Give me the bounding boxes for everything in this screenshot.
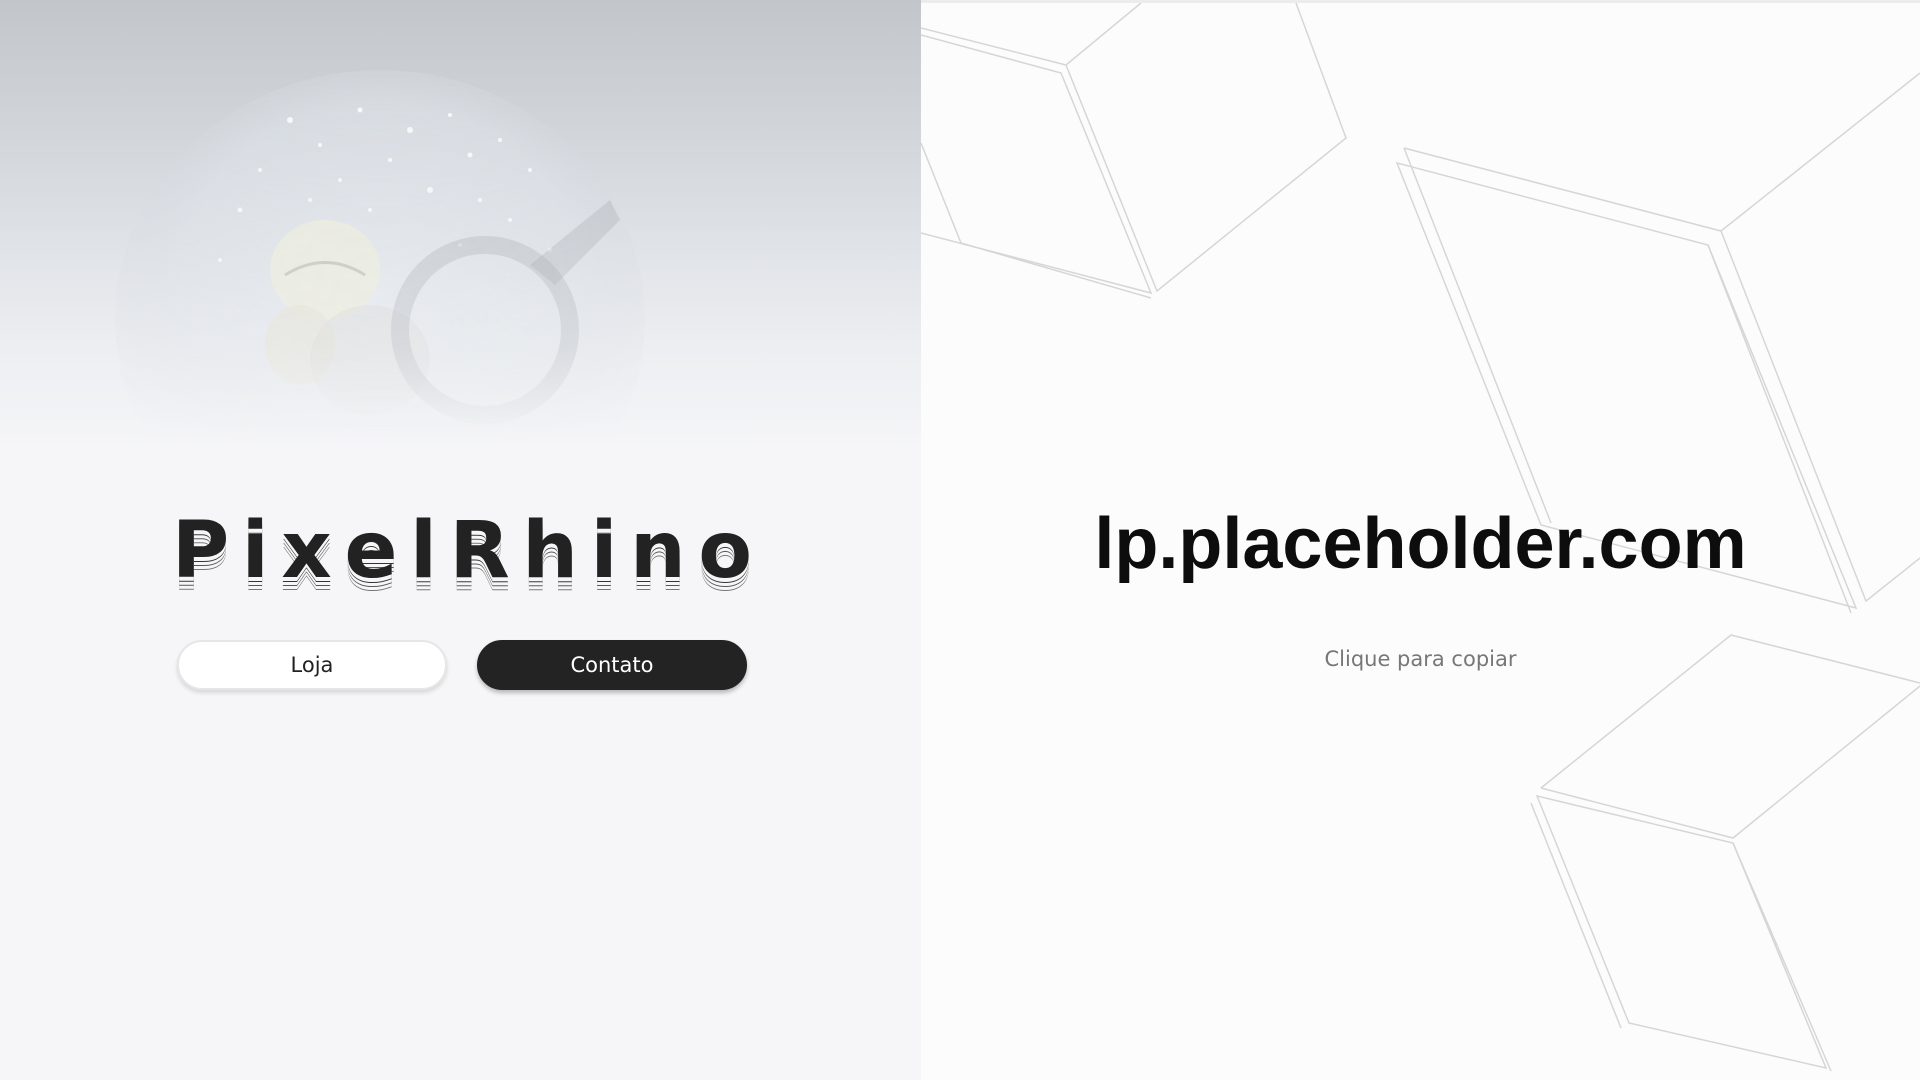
brand-letter: l [410,506,437,596]
page: P i x e l R h i n o Loja Contato lp.plac… [0,0,1920,1080]
store-button[interactable]: Loja [177,640,447,690]
brand-letter: o [698,506,752,596]
right-panel: lp.placeholder.com Clique para copiar [921,0,1920,1080]
brand-letter: i [590,506,618,596]
brand-letter: i [241,506,269,596]
brand-letter: P [172,506,230,596]
contact-button[interactable]: Contato [477,640,747,690]
brand-letter: R [449,506,510,596]
domain-text[interactable]: lp.placeholder.com [921,503,1920,585]
left-panel: P i x e l R h i n o Loja Contato [0,0,921,1080]
brand-letter: x [281,506,332,596]
copy-hint[interactable]: Clique para copiar [921,647,1920,671]
brand-letter: h [522,506,578,596]
brand-logo: P i x e l R h i n o [172,490,752,590]
hero-image [115,70,645,440]
brand-letter: e [344,506,398,596]
brand-letter: n [630,506,686,596]
nav-buttons: Loja Contato [177,640,747,690]
